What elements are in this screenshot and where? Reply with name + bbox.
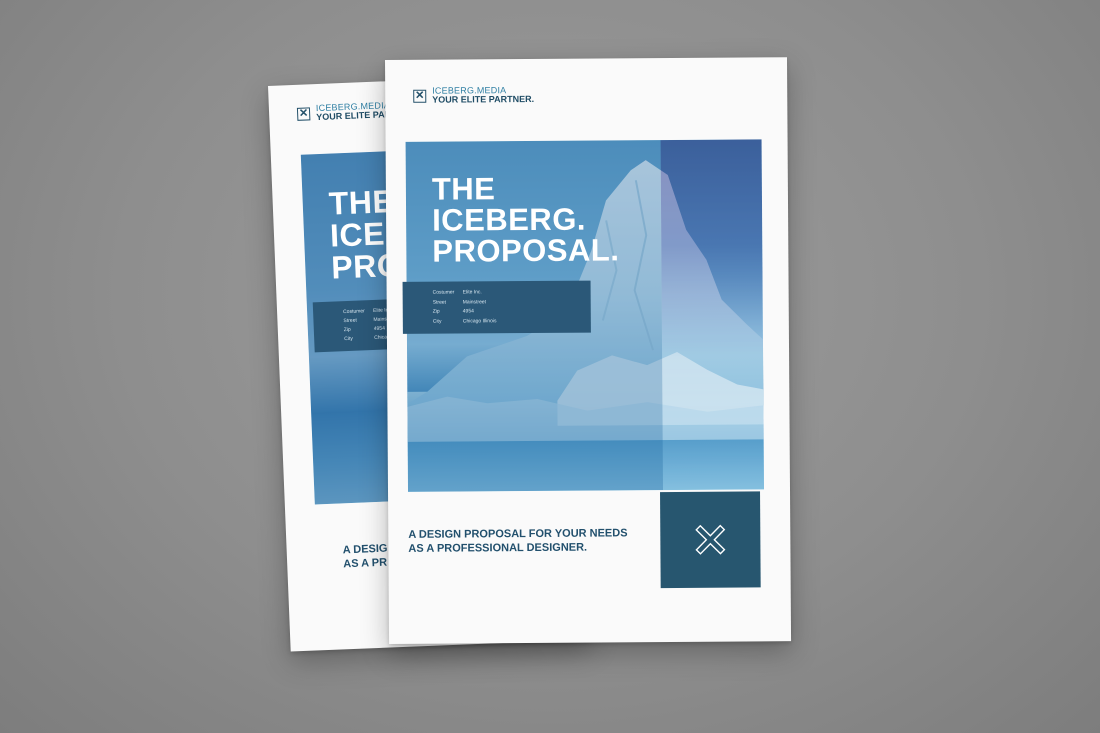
cover-tagline: A DESIGN PROPOSAL FOR YOUR NEEDS AS A PR…	[408, 526, 627, 556]
tagline-line: AS A PR	[343, 556, 388, 571]
info-label: Street	[432, 299, 447, 306]
title-line: THE	[431, 171, 496, 207]
front-brochure-page: ✕ ICEBERG.MEDIA YOUR ELITE PARTNER. THE …	[385, 57, 792, 644]
title-line: ICEBERG.	[431, 201, 587, 238]
front-logo: ✕ ICEBERG.MEDIA YOUR ELITE PARTNER.	[413, 85, 535, 106]
info-label: Costumer	[432, 289, 455, 296]
info-value: Mainstreet	[462, 298, 487, 305]
title-line: PROPOSAL.	[432, 232, 620, 269]
info-value: Chicago Illinois	[462, 317, 497, 324]
cross-icon: ✕	[413, 89, 427, 103]
back-tagline: A DESIG AS A PR	[342, 542, 388, 572]
cover-title: THE ICEBERG. PROPOSAL.	[431, 171, 620, 269]
client-info-panel: Costumer Elite Inc. Street Mainstreet Zip 4…	[402, 280, 591, 334]
brand-slogan: YOUR ELITE PARTNER.	[432, 94, 535, 106]
info-label: Street	[343, 317, 357, 325]
info-value: Elite Inc.	[462, 289, 482, 296]
info-label: City	[432, 318, 442, 325]
tagline-line: AS A PROFESSIONAL DESIGNER.	[408, 541, 588, 556]
cross-icon: ✕	[296, 107, 311, 121]
info-label: Zip	[343, 326, 351, 334]
tagline-line: A DESIGN PROPOSAL FOR YOUR NEEDS	[408, 527, 628, 541]
info-label: Costumer	[343, 308, 365, 316]
info-label: Zip	[432, 308, 440, 315]
info-value: 4954	[462, 308, 474, 315]
corner-logo-box	[660, 491, 761, 589]
info-label: City	[344, 335, 353, 343]
cross-icon	[695, 524, 726, 555]
